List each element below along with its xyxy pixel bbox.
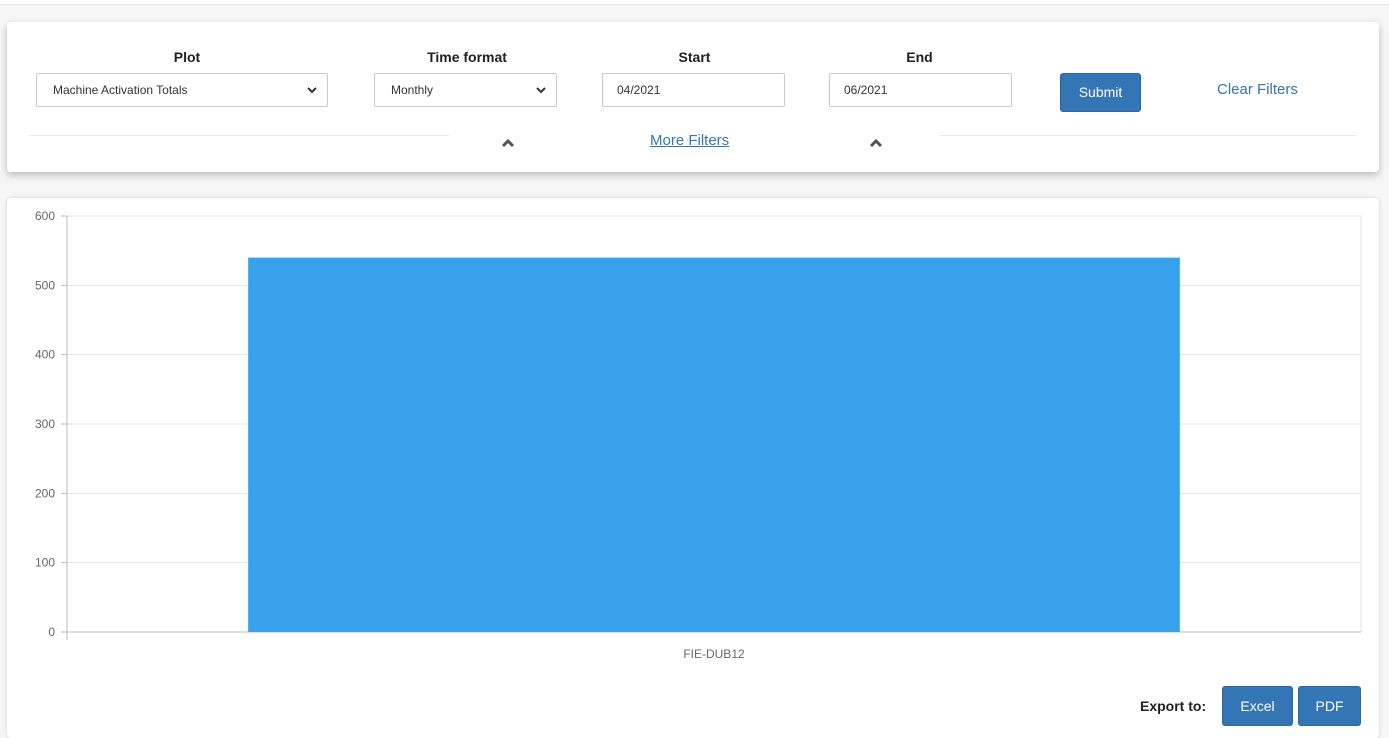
plot-select-value: Machine Activation Totals [53,83,188,97]
plot-select[interactable]: Machine Activation Totals [36,73,328,107]
divider-left [29,135,449,136]
bar-chart: 0 100 200 300 400 500 600 FIE-DUB12 [35,209,1362,661]
more-filters-link[interactable]: More Filters [650,132,729,149]
filter-panel: Plot Machine Activation Totals Time form… [7,22,1379,172]
time-format-label: Time format [427,49,507,65]
end-input-value: 06/2021 [844,83,888,97]
chevron-down-icon [536,87,546,94]
y-tick-label: 500 [35,278,55,292]
y-tick-label: 200 [35,486,55,500]
y-tick-label: 600 [35,209,55,223]
chevron-up-icon[interactable] [501,138,515,148]
start-input[interactable]: 04/2021 [602,73,785,107]
end-input[interactable]: 06/2021 [829,73,1012,107]
clear-filters-link[interactable]: Clear Filters [1217,81,1298,98]
export-excel-button[interactable]: Excel [1222,686,1293,726]
chevron-up-icon[interactable] [869,138,883,148]
top-bar [0,0,1389,5]
export-pdf-button[interactable]: PDF [1298,686,1361,726]
bar[interactable] [248,257,1180,632]
plot-label: Plot [173,49,201,65]
y-tick-label: 0 [48,625,55,639]
y-tick-label: 400 [35,348,55,362]
x-tick-label: FIE-DUB12 [683,647,745,661]
end-label: End [906,49,933,65]
time-format-select[interactable]: Monthly [374,73,557,107]
start-label: Start [678,49,711,65]
submit-button[interactable]: Submit [1060,73,1141,112]
chart-bars [248,257,1180,632]
time-format-select-value: Monthly [391,83,434,97]
export-label: Export to: [1140,698,1207,714]
y-tick-label: 100 [35,556,55,570]
start-input-value: 04/2021 [617,83,661,97]
chevron-down-icon [307,87,317,94]
y-tick-label: 300 [35,417,55,431]
divider-right [940,135,1356,136]
